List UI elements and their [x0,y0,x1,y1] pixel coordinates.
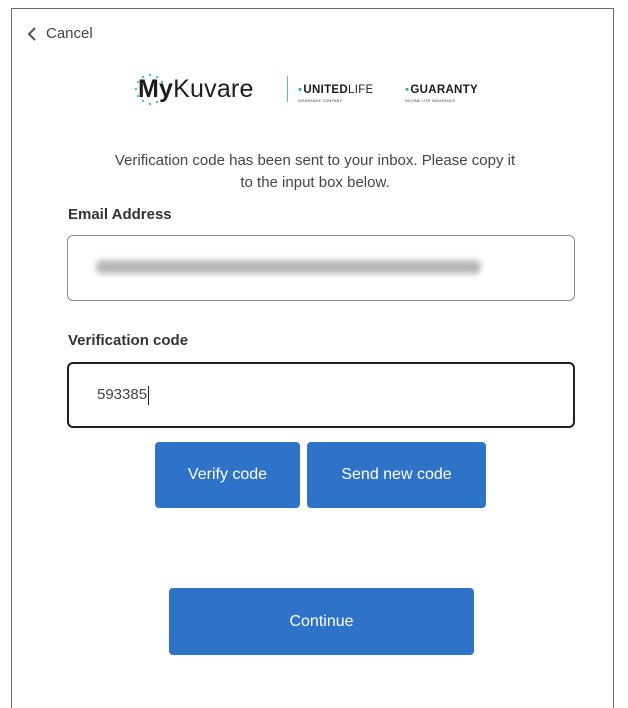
logo-divider [287,76,288,102]
verification-message: Verification code has been sent to your … [114,152,516,191]
send-new-code-button[interactable]: Send new code [307,442,486,508]
redacted-email [96,260,481,274]
verification-code-label: Verification code [68,332,189,349]
guaranty-logo: ▪GUARANTY INCOME LIFE INSURANCE [405,84,478,103]
mykuvare-logo: MyKuvare [138,75,254,103]
verification-code-input[interactable]: 593385 [67,362,575,428]
email-label: Email Address [68,206,172,223]
cancel-link[interactable]: Cancel [26,25,93,42]
verify-code-button[interactable]: Verify code [155,442,300,508]
chevron-left-icon [26,26,38,42]
partner-logos: MyKuvare ▪UNITEDLIFE INSURANCE COMPANY ▪… [134,70,515,110]
verification-code-value: 593385 [97,386,148,403]
continue-button[interactable]: Continue [169,588,474,655]
unitedlife-logo: ▪UNITEDLIFE INSURANCE COMPANY [298,84,374,103]
cancel-label: Cancel [46,25,93,42]
email-field[interactable] [67,235,575,301]
text-caret [148,385,150,405]
